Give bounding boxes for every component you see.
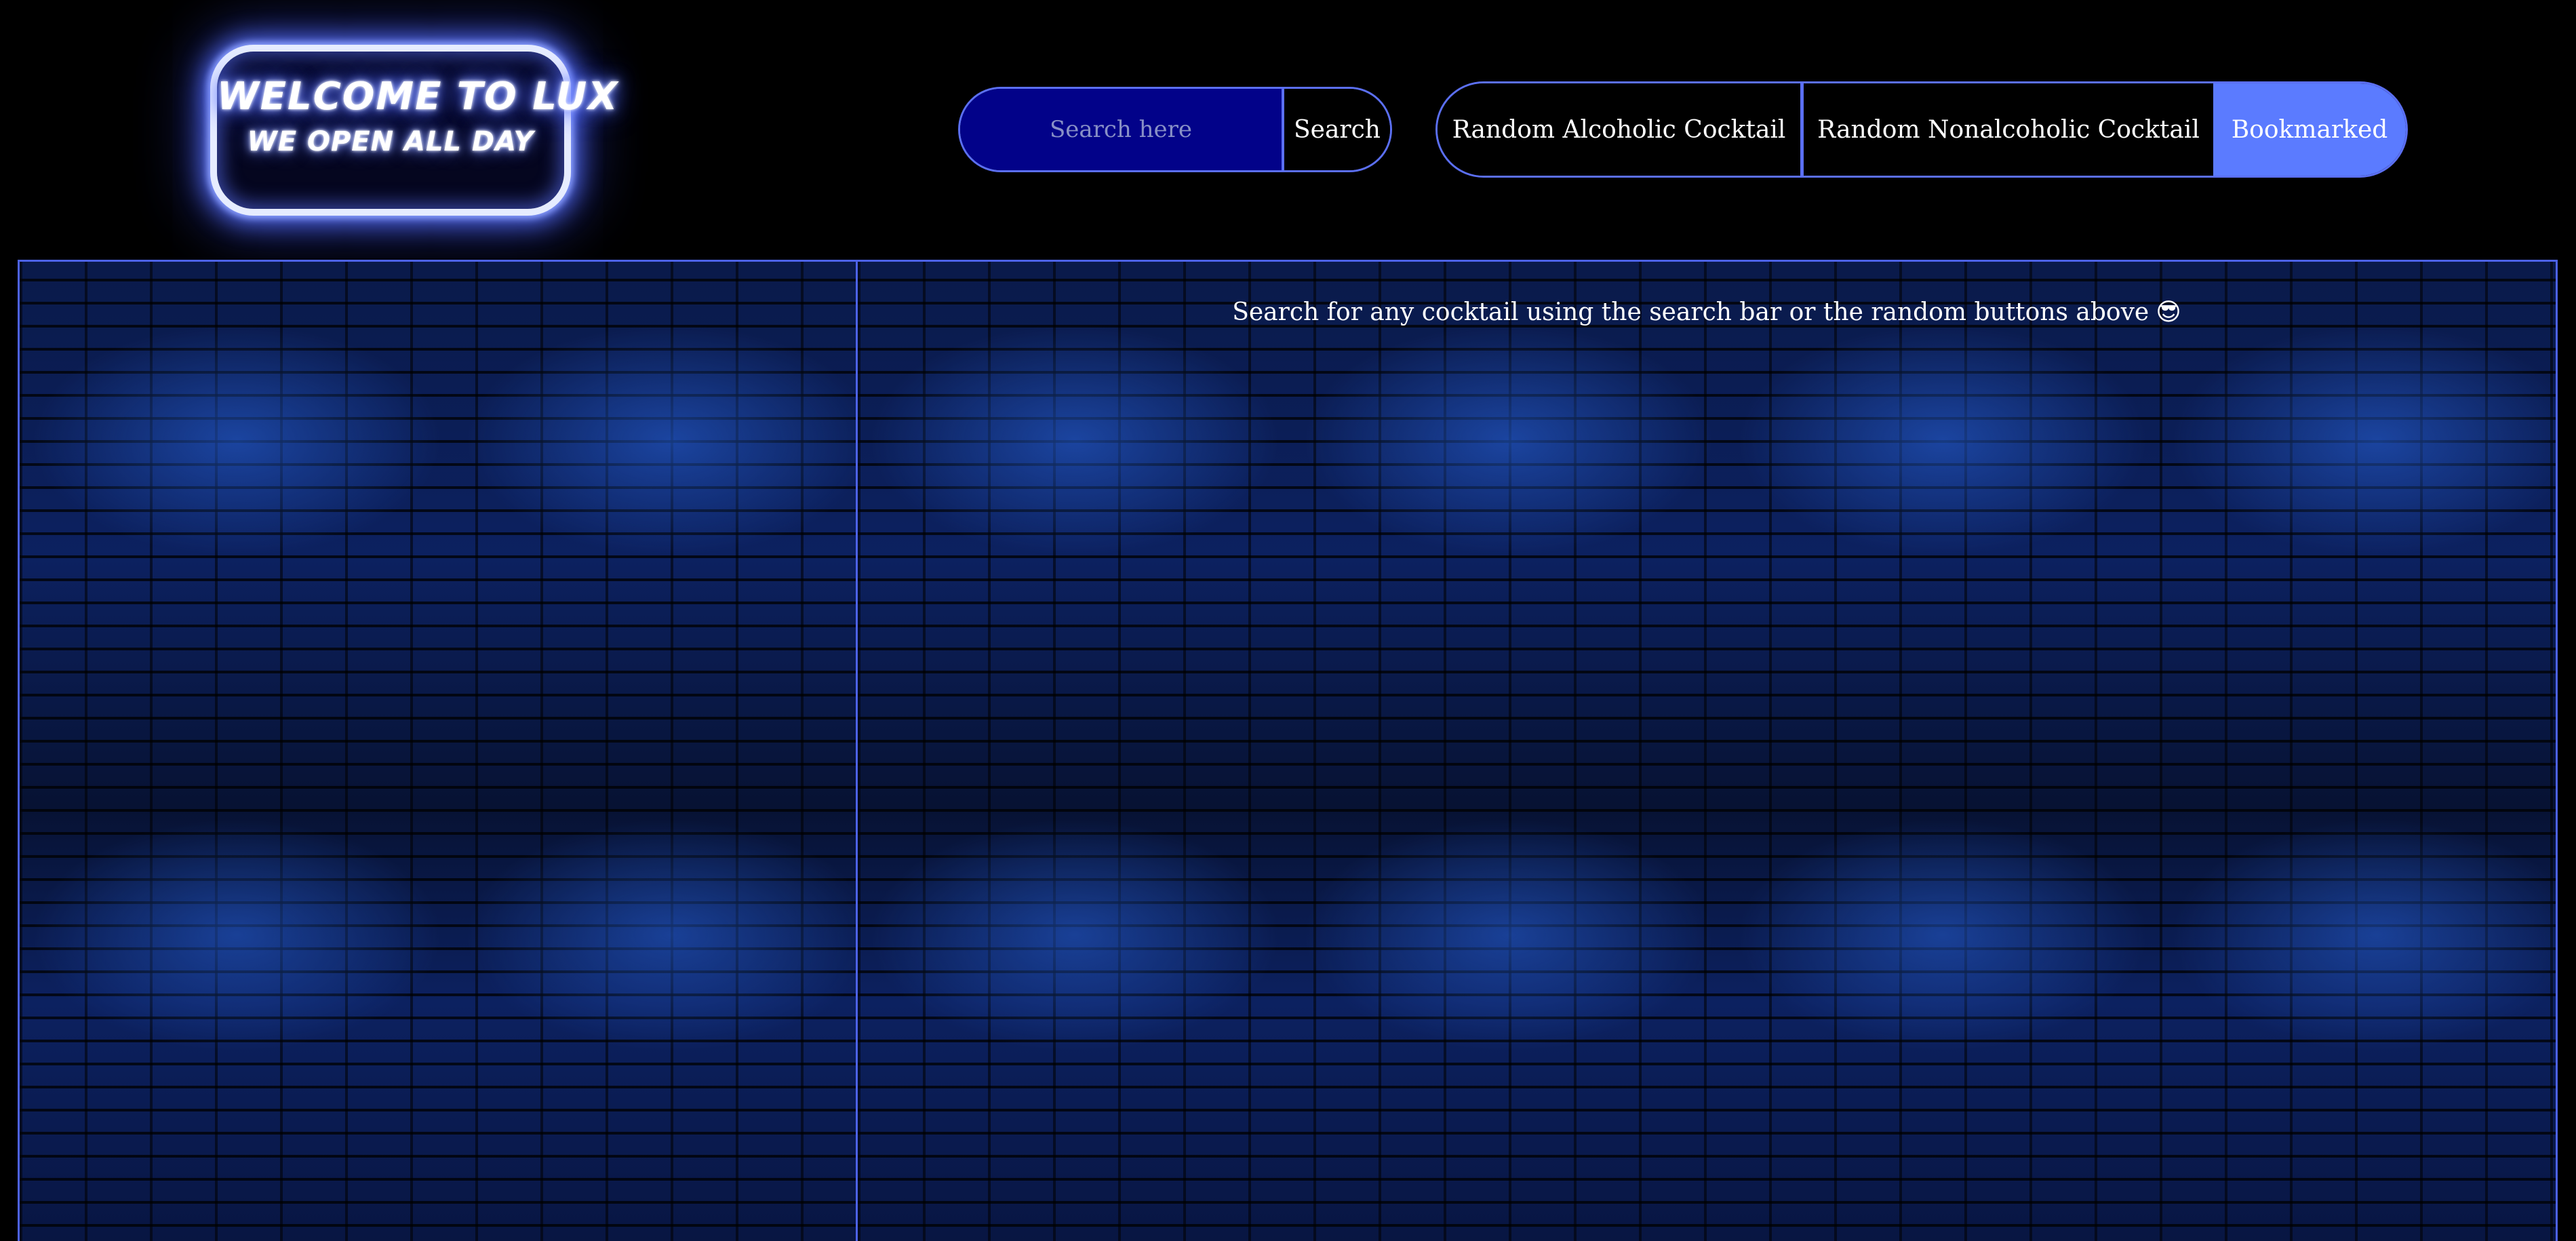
instruction-message: Search for any cocktail using the search… [858, 298, 2556, 326]
random-alcoholic-cocktail-button[interactable]: Random Alcoholic Cocktail [1438, 83, 1804, 176]
sign-title: WELCOME TO LUX [217, 75, 619, 119]
search-button[interactable]: Search [1284, 89, 1390, 170]
sidebar-panel [18, 260, 858, 1241]
header: WELCOME TO LUX WE OPEN ALL DAY Search Ra… [0, 0, 2576, 258]
neon-sign-logo: WELCOME TO LUX WE OPEN ALL DAY [210, 45, 619, 216]
search-bar: Search [958, 87, 1392, 172]
search-input[interactable] [960, 89, 1284, 170]
random-nonalcoholic-cocktail-button[interactable]: Random Nonalcoholic Cocktail [1804, 83, 2213, 176]
sign-subtitle: WE OPEN ALL DAY [247, 126, 534, 157]
bookmarked-button[interactable]: Bookmarked [2213, 83, 2406, 176]
sunglasses-emoji-icon: 😎 [2156, 298, 2181, 326]
random-button-group: Random Alcoholic Cocktail Random Nonalco… [1435, 81, 2408, 178]
results-panel: Search for any cocktail using the search… [856, 260, 2558, 1241]
instruction-text: Search for any cocktail using the search… [1232, 298, 2149, 326]
